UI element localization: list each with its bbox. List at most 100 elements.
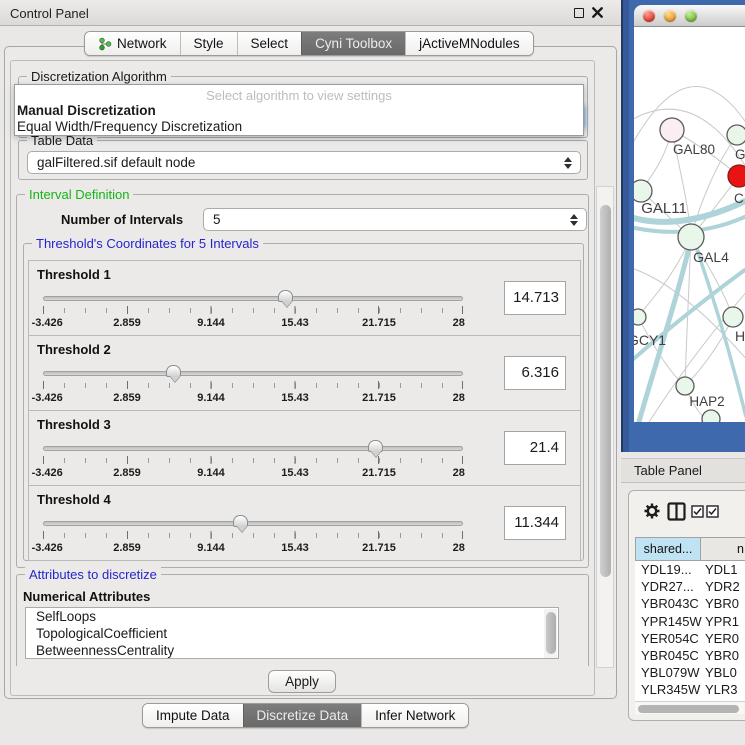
number-of-intervals-combobox[interactable]: 5: [203, 208, 587, 231]
threshold-1-slider[interactable]: -3.426 2.859 9.144 15.43 21.715 28: [43, 291, 463, 335]
node-gal4[interactable]: [678, 224, 704, 250]
table-row[interactable]: YPR145WYPR1: [635, 613, 745, 630]
table-row[interactable]: YDR27...YDR2: [635, 578, 745, 595]
tab-select[interactable]: Select: [237, 32, 302, 55]
slider-track[interactable]: [43, 521, 463, 526]
threshold-3-slider[interactable]: -3.426 2.859 9.144 15.43 21.715 28: [43, 441, 463, 485]
slider-thumb[interactable]: [368, 440, 383, 452]
node-h[interactable]: [723, 307, 743, 327]
column-header-shared[interactable]: shared...: [635, 537, 701, 561]
node-gal11[interactable]: [634, 180, 652, 202]
tab-jactivemnodules[interactable]: jActiveMNodules: [405, 32, 533, 55]
scrollbar-thumb[interactable]: [638, 705, 739, 713]
slider-thumb[interactable]: [278, 290, 293, 302]
tick-label: 9.144: [197, 467, 225, 479]
list-item[interactable]: SelfLoops: [26, 608, 558, 625]
table-row[interactable]: YLR345WYLR3: [635, 681, 745, 698]
network-graph: GAL80 GA C GAL11 GAL4 GCY1 H HAP2: [634, 27, 745, 422]
numerical-attributes-label: Numerical Attributes: [23, 589, 150, 604]
gear-icon[interactable]: [643, 502, 661, 520]
slider-track[interactable]: [43, 296, 463, 301]
table-row[interactable]: YER054CYER0: [635, 630, 745, 647]
dropdown-option-manual[interactable]: Manual Discretization: [17, 103, 156, 118]
node-label: GAL4: [693, 249, 729, 265]
threshold-3-value[interactable]: 21.4: [504, 431, 566, 465]
minimize-traffic-light[interactable]: [664, 10, 676, 22]
panel-title: Control Panel: [10, 6, 89, 21]
tick-label: 9.144: [197, 542, 225, 554]
tab-impute-data[interactable]: Impute Data: [143, 704, 243, 727]
node-label: C: [734, 191, 744, 206]
table-data-combobox[interactable]: galFiltered.sif default node: [27, 151, 581, 174]
tick-label: 21.715: [362, 467, 396, 479]
network-window-titlebar[interactable]: [634, 5, 745, 27]
network-view-canvas[interactable]: GAL80 GA C GAL11 GAL4 GCY1 H HAP2: [634, 27, 745, 422]
slider-thumb[interactable]: [233, 515, 248, 527]
checkbox-icon[interactable]: [691, 505, 704, 518]
node-label: GAL80: [673, 142, 715, 157]
threshold-label: Threshold 1: [37, 267, 111, 282]
tick-label: 2.859: [113, 467, 141, 479]
tab-style[interactable]: Style: [180, 32, 237, 55]
close-traffic-light[interactable]: [643, 10, 655, 22]
threshold-label: Threshold 3: [37, 417, 111, 432]
table-horizontal-scrollbar[interactable]: [635, 701, 745, 714]
tab-label: Select: [251, 36, 289, 51]
slider-thumb[interactable]: [166, 365, 181, 377]
node-bottom[interactable]: [702, 410, 720, 422]
threshold-4-slider[interactable]: -3.426 2.859 9.144 15.43 21.715 28: [43, 516, 463, 560]
node-hap2[interactable]: [676, 377, 694, 395]
threshold-3-row: Threshold 3 -3.426 2.859 9.144 15.43 21.…: [28, 410, 581, 486]
table-row[interactable]: YBR045CYBR0: [635, 647, 745, 664]
float-window-icon[interactable]: [574, 8, 584, 18]
table-row[interactable]: YBR043CYBR0: [635, 595, 745, 612]
node-top-right[interactable]: [727, 125, 745, 145]
group-title: Threshold's Coordinates for 5 Intervals: [32, 236, 263, 251]
list-item[interactable]: BetweennessCentrality: [26, 642, 558, 659]
tick-label: 21.715: [362, 317, 396, 329]
threshold-2-row: Threshold 2 -3.426 2.859 9.144 15.43 21.…: [28, 335, 581, 411]
threshold-4-value[interactable]: 11.344: [504, 506, 566, 540]
list-item[interactable]: TopologicalCoefficient: [26, 625, 558, 642]
column-header-name[interactable]: n: [701, 537, 745, 561]
tab-label: Infer Network: [375, 708, 455, 723]
table-row[interactable]: YBL079WYBL0: [635, 664, 745, 681]
tab-cyni-toolbox[interactable]: Cyni Toolbox: [301, 32, 405, 55]
tab-network[interactable]: Network: [85, 32, 180, 55]
tab-label: Cyni Toolbox: [315, 36, 392, 51]
slider-track[interactable]: [43, 371, 463, 376]
apply-button[interactable]: Apply: [268, 670, 336, 693]
slider-track[interactable]: [43, 446, 463, 451]
tick-label: 28: [453, 467, 465, 479]
tick-label: -3.426: [32, 542, 63, 554]
node-gal80[interactable]: [660, 118, 684, 142]
threshold-1-value[interactable]: 14.713: [504, 281, 566, 315]
scrollbar-thumb[interactable]: [600, 205, 611, 577]
tick-label: 21.715: [362, 392, 396, 404]
tab-label: Network: [117, 36, 167, 51]
algorithm-dropdown-popup: Select algorithm to view settings Manual…: [14, 84, 584, 136]
node-selected-red[interactable]: [728, 165, 745, 187]
number-of-intervals-value: 5: [213, 212, 221, 227]
table-row[interactable]: YDL19...YDL1: [635, 561, 745, 578]
node-gcy1[interactable]: [634, 309, 646, 325]
slider-ticks: [43, 381, 463, 389]
zoom-traffic-light[interactable]: [685, 10, 697, 22]
node-label: GCY1: [634, 332, 666, 348]
tab-infer-network[interactable]: Infer Network: [361, 704, 468, 727]
settings-scrollbar[interactable]: [596, 186, 614, 668]
threshold-2-value[interactable]: 6.316: [504, 356, 566, 390]
threshold-2-slider[interactable]: -3.426 2.859 9.144 15.43 21.715 28: [43, 366, 463, 410]
list-scrollbar[interactable]: [544, 609, 557, 659]
tick-label: -3.426: [32, 317, 63, 329]
column-layout-icon[interactable]: [667, 502, 686, 521]
tab-label: Discretize Data: [257, 708, 349, 723]
checkbox-icon[interactable]: [706, 505, 719, 518]
table-panel-title: Table Panel: [634, 463, 702, 478]
table-data-value: galFiltered.sif default node: [37, 155, 195, 170]
tab-discretize-data[interactable]: Discretize Data: [243, 704, 362, 727]
tab-label: Impute Data: [156, 708, 230, 723]
combo-arrows-icon: [570, 214, 578, 226]
close-icon[interactable]: [592, 7, 603, 18]
dropdown-option-equal-width[interactable]: Equal Width/Frequency Discretization: [17, 119, 242, 134]
